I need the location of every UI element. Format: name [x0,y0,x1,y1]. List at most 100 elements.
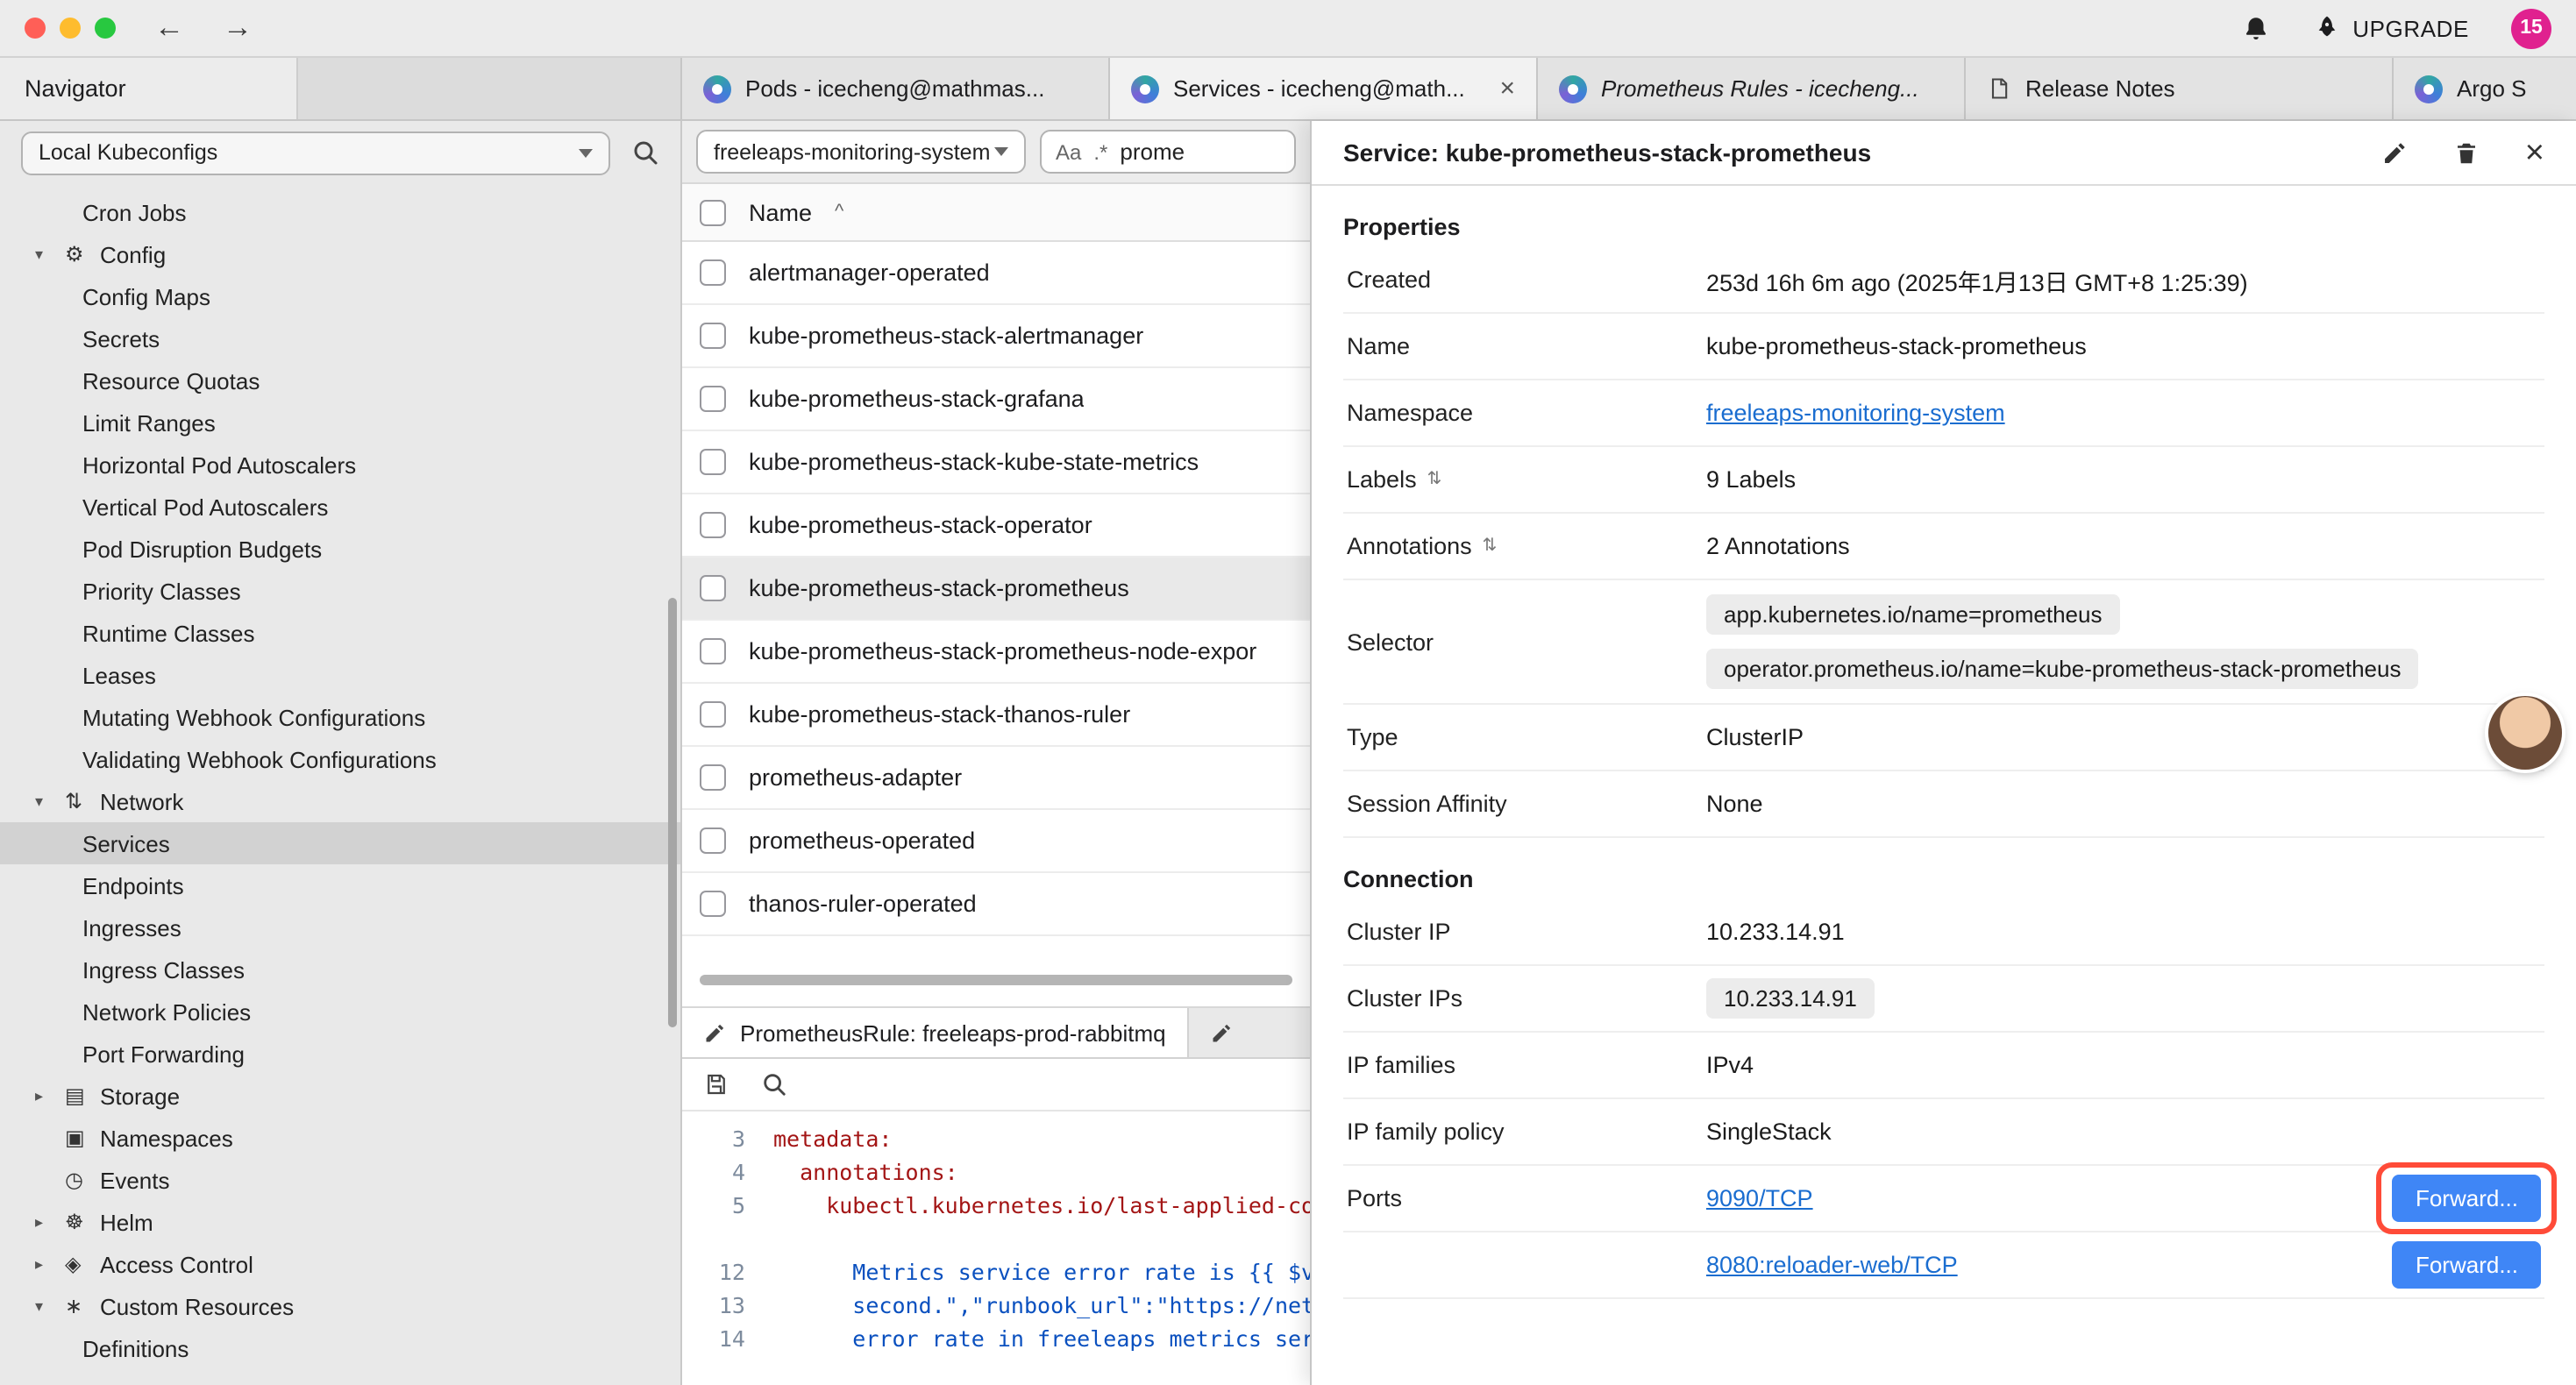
close-window-button[interactable] [25,18,46,39]
sidebar-item[interactable]: Services [0,822,680,864]
expand-collapse-icon[interactable]: ⇅ [1427,470,1442,489]
sidebar-item[interactable]: ▾ ⇅ Network [0,780,680,822]
tab-close-icon[interactable]: × [1499,74,1515,103]
editor-tab-partial[interactable] [1189,1008,1254,1057]
tree-chevron-icon[interactable]: ▸ [35,1212,65,1232]
tab[interactable]: Services - icecheng@math... × [1110,58,1538,119]
table-row[interactable]: kube-prometheus-stack-prometheus-node-ex… [682,621,1310,684]
table-row[interactable]: kube-prometheus-stack-thanos-ruler [682,684,1310,747]
maximize-window-button[interactable] [95,18,116,39]
match-case-toggle[interactable]: Aa [1056,139,1081,164]
sidebar-search-icon[interactable] [631,138,659,167]
sidebar-scrollbar[interactable] [668,598,677,1027]
regex-toggle[interactable]: .* [1093,139,1107,164]
sidebar-item[interactable]: Leases [0,654,680,696]
tab[interactable]: Prometheus Rules - icecheng... [1538,58,1966,119]
table-row[interactable]: alertmanager-operated [682,242,1310,305]
table-row[interactable]: kube-prometheus-stack-grafana [682,368,1310,431]
row-checkbox[interactable] [700,764,726,791]
notifications-bell-icon[interactable] [2240,13,2270,43]
row-checkbox[interactable] [700,386,726,412]
back-button[interactable]: ← [154,11,184,46]
port-link[interactable]: 8080:reloader-web/TCP [1706,1252,1958,1278]
tree-chevron-icon[interactable]: ▾ [35,245,65,264]
yaml-editor[interactable]: 3 metadata: 4 annotations: 5 kubectl.kub… [682,1112,1310,1385]
sidebar-item[interactable]: Priority Classes [0,570,680,612]
port-link[interactable]: 9090/TCP [1706,1185,1813,1211]
sidebar-item[interactable]: Runtime Classes [0,612,680,654]
filter-input-box[interactable]: Aa .* [1040,130,1296,174]
navigator-tab[interactable]: Navigator [0,58,298,119]
row-checkbox[interactable] [700,891,726,917]
minimize-window-button[interactable] [60,18,81,39]
sidebar-item[interactable]: Endpoints [0,864,680,906]
sidebar-item[interactable]: Mutating Webhook Configurations [0,696,680,738]
row-checkbox[interactable] [700,323,726,349]
sidebar-item[interactable]: Ingress Classes [0,948,680,991]
table-row[interactable]: kube-prometheus-stack-kube-state-metrics [682,431,1310,494]
tree-chevron-icon[interactable]: ▸ [35,1254,65,1274]
table-row[interactable]: prometheus-adapter [682,747,1310,810]
forward-port-button[interactable]: Forward... [2393,1241,2541,1289]
annotations-value[interactable]: 2 Annotations [1706,533,2541,559]
user-avatar[interactable] [2488,696,2562,770]
table-row[interactable]: kube-prometheus-stack-prometheus [682,558,1310,621]
sidebar-item[interactable]: ▸ ☸ Helm [0,1201,680,1243]
tab[interactable]: Release Notes [1966,58,2394,119]
sidebar-item[interactable]: Limit Ranges [0,401,680,444]
tab[interactable]: Argo S [2394,58,2576,119]
horizontal-scrollbar[interactable] [700,975,1292,985]
notification-count-badge[interactable]: 15 [2511,8,2551,48]
sidebar-item[interactable]: Definitions [0,1327,680,1369]
sidebar-item[interactable]: Config Maps [0,275,680,317]
delete-icon[interactable] [2453,139,2480,166]
sort-ascending-icon[interactable]: ^ [835,202,843,223]
sidebar-item[interactable]: ◷ Events [0,1159,680,1201]
sidebar-item[interactable]: Cron Jobs [0,191,680,233]
sidebar-item[interactable]: Secrets [0,317,680,359]
sidebar-item[interactable]: ▸ ◈ Access Control [0,1243,680,1285]
row-checkbox[interactable] [700,449,726,475]
sidebar-item[interactable]: Vertical Pod Autoscalers [0,486,680,528]
row-checkbox[interactable] [700,575,726,601]
namespace-link[interactable]: freeleaps-monitoring-system [1706,400,2005,426]
tree-chevron-icon[interactable]: ▾ [35,1296,65,1316]
select-all-checkbox[interactable] [700,199,726,225]
table-row[interactable]: kube-prometheus-stack-alertmanager [682,305,1310,368]
kubeconfig-select[interactable]: Local Kubeconfigs [21,131,610,174]
upgrade-button[interactable]: UPGRADE [2312,14,2469,42]
filter-input[interactable] [1120,138,1232,165]
editor-search-icon[interactable] [761,1071,787,1097]
row-checkbox[interactable] [700,512,726,538]
table-row[interactable]: prometheus-operated [682,810,1310,873]
sidebar-item[interactable]: ▾ ⚙ Config [0,233,680,275]
row-checkbox[interactable] [700,259,726,286]
save-icon[interactable] [703,1071,729,1097]
sidebar-item[interactable]: Pod Disruption Budgets [0,528,680,570]
close-icon[interactable]: × [2525,136,2544,169]
labels-value[interactable]: 9 Labels [1706,466,2541,493]
sidebar-item[interactable]: Port Forwarding [0,1033,680,1075]
forward-port-button[interactable]: Forward... [2393,1175,2541,1222]
table-row[interactable]: kube-prometheus-stack-operator [682,494,1310,558]
sidebar-item[interactable]: ▸ ▤ Storage [0,1075,680,1117]
row-checkbox[interactable] [700,701,726,728]
forward-button[interactable]: → [223,11,253,46]
scrollbar-thumb[interactable] [700,975,1292,985]
table-row[interactable]: thanos-ruler-operated [682,873,1310,936]
tab[interactable]: Pods - icecheng@mathmas... [682,58,1110,119]
sidebar-item[interactable]: ▣ Namespaces [0,1117,680,1159]
namespace-select[interactable]: freeleaps-monitoring-system [696,130,1026,174]
tree-chevron-icon[interactable]: ▾ [35,792,65,811]
sidebar-item[interactable]: Horizontal Pod Autoscalers [0,444,680,486]
row-checkbox[interactable] [700,638,726,664]
sidebar-item[interactable]: Network Policies [0,991,680,1033]
sidebar-item[interactable]: Validating Webhook Configurations [0,738,680,780]
expand-collapse-icon[interactable]: ⇅ [1483,536,1498,556]
tree-chevron-icon[interactable]: ▸ [35,1086,65,1105]
sidebar-item[interactable]: Ingresses [0,906,680,948]
editor-tab-active[interactable]: PrometheusRule: freeleaps-prod-rabbitmq [682,1008,1189,1057]
sidebar-item[interactable]: Resource Quotas [0,359,680,401]
row-checkbox[interactable] [700,827,726,854]
sidebar-item[interactable]: ▾ ∗ Custom Resources [0,1285,680,1327]
